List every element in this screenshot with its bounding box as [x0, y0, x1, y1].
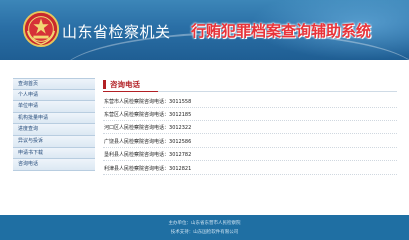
- phone-row: 广饶县人民检察院咨询电话：3012586: [104, 138, 191, 145]
- content-header: 咨询电话: [103, 79, 397, 92]
- row-label: 东营区人民检察院咨询电话：: [104, 112, 170, 118]
- phone-row: 利津县人民检察院咨询电话：3012821: [104, 165, 191, 172]
- row-phone: 3012185: [169, 112, 192, 118]
- sidebar-item-progress-query[interactable]: 进度查询: [13, 124, 95, 136]
- sidebar-item-unit-application[interactable]: 单位申请: [13, 101, 95, 113]
- phone-row: 东营市人民检察院咨询电话：3011558: [104, 98, 191, 105]
- sidebar-item-home[interactable]: 查询首页: [13, 78, 95, 90]
- row-phone: 3012821: [169, 166, 192, 172]
- row-label: 利津县人民检察院咨询电话：: [104, 166, 170, 172]
- row-phone: 3012586: [169, 139, 192, 145]
- procuratorate-emblem-icon: [22, 10, 60, 48]
- sidebar-item-phone[interactable]: 咨询电话: [13, 159, 95, 171]
- title-marker: [103, 80, 106, 89]
- row-label: 东营市人民检察院咨询电话：: [104, 99, 170, 105]
- sidebar-item-personal-application[interactable]: 个人申请: [13, 89, 95, 102]
- row-phone: 3012782: [169, 152, 192, 158]
- row-divider: [103, 147, 397, 148]
- phone-row: 河口区人民检察院咨询电话：3012322: [104, 124, 191, 131]
- phone-row: 垦利县人民检察院咨询电话：3012782: [104, 151, 191, 158]
- phone-row: 东营区人民检察院咨询电话：3012185: [104, 111, 191, 118]
- header-banner: 山东省检察机关 行贿犯罪档案查询辅助系统: [0, 0, 409, 60]
- page-title: 咨询电话: [110, 80, 140, 89]
- row-label: 河口区人民检察院咨询电话：: [104, 125, 170, 131]
- row-divider: [103, 133, 397, 134]
- sidebar-nav: 查询首页 个人申请 单位申请 机构批量申请 进度查询 异议与投诉 申请书下载 咨…: [13, 78, 95, 171]
- row-divider: [103, 174, 397, 175]
- row-phone: 3011558: [169, 99, 192, 105]
- row-label: 广饶县人民检察院咨询电话：: [104, 139, 170, 145]
- content-panel: 咨询电话 东营市人民检察院咨询电话：3011558 东营区人民检察院咨询电话：3…: [103, 79, 397, 175]
- sidebar-item-form-download[interactable]: 申请书下载: [13, 147, 95, 160]
- row-label: 垦利县人民检察院咨询电话：: [104, 152, 170, 158]
- footer: 主办单位：山东省东营市人民检察院 技术支持：山东国检软件有限公司: [0, 215, 409, 240]
- system-title: 行贿犯罪档案查询辅助系统: [191, 22, 372, 40]
- sidebar-item-batch-application[interactable]: 机构批量申请: [13, 112, 95, 125]
- row-divider: [103, 107, 397, 108]
- title-underline: [103, 91, 158, 92]
- sidebar-item-objection[interactable]: 异议与投诉: [13, 135, 95, 148]
- site-title: 山东省检察机关: [62, 23, 171, 41]
- footer-tech-support: 技术支持：山东国检软件有限公司: [170, 230, 239, 235]
- row-phone: 3012322: [169, 125, 192, 131]
- row-divider: [103, 120, 397, 121]
- row-divider: [103, 160, 397, 161]
- footer-sponsor: 主办单位：山东省东营市人民检察院: [168, 221, 241, 226]
